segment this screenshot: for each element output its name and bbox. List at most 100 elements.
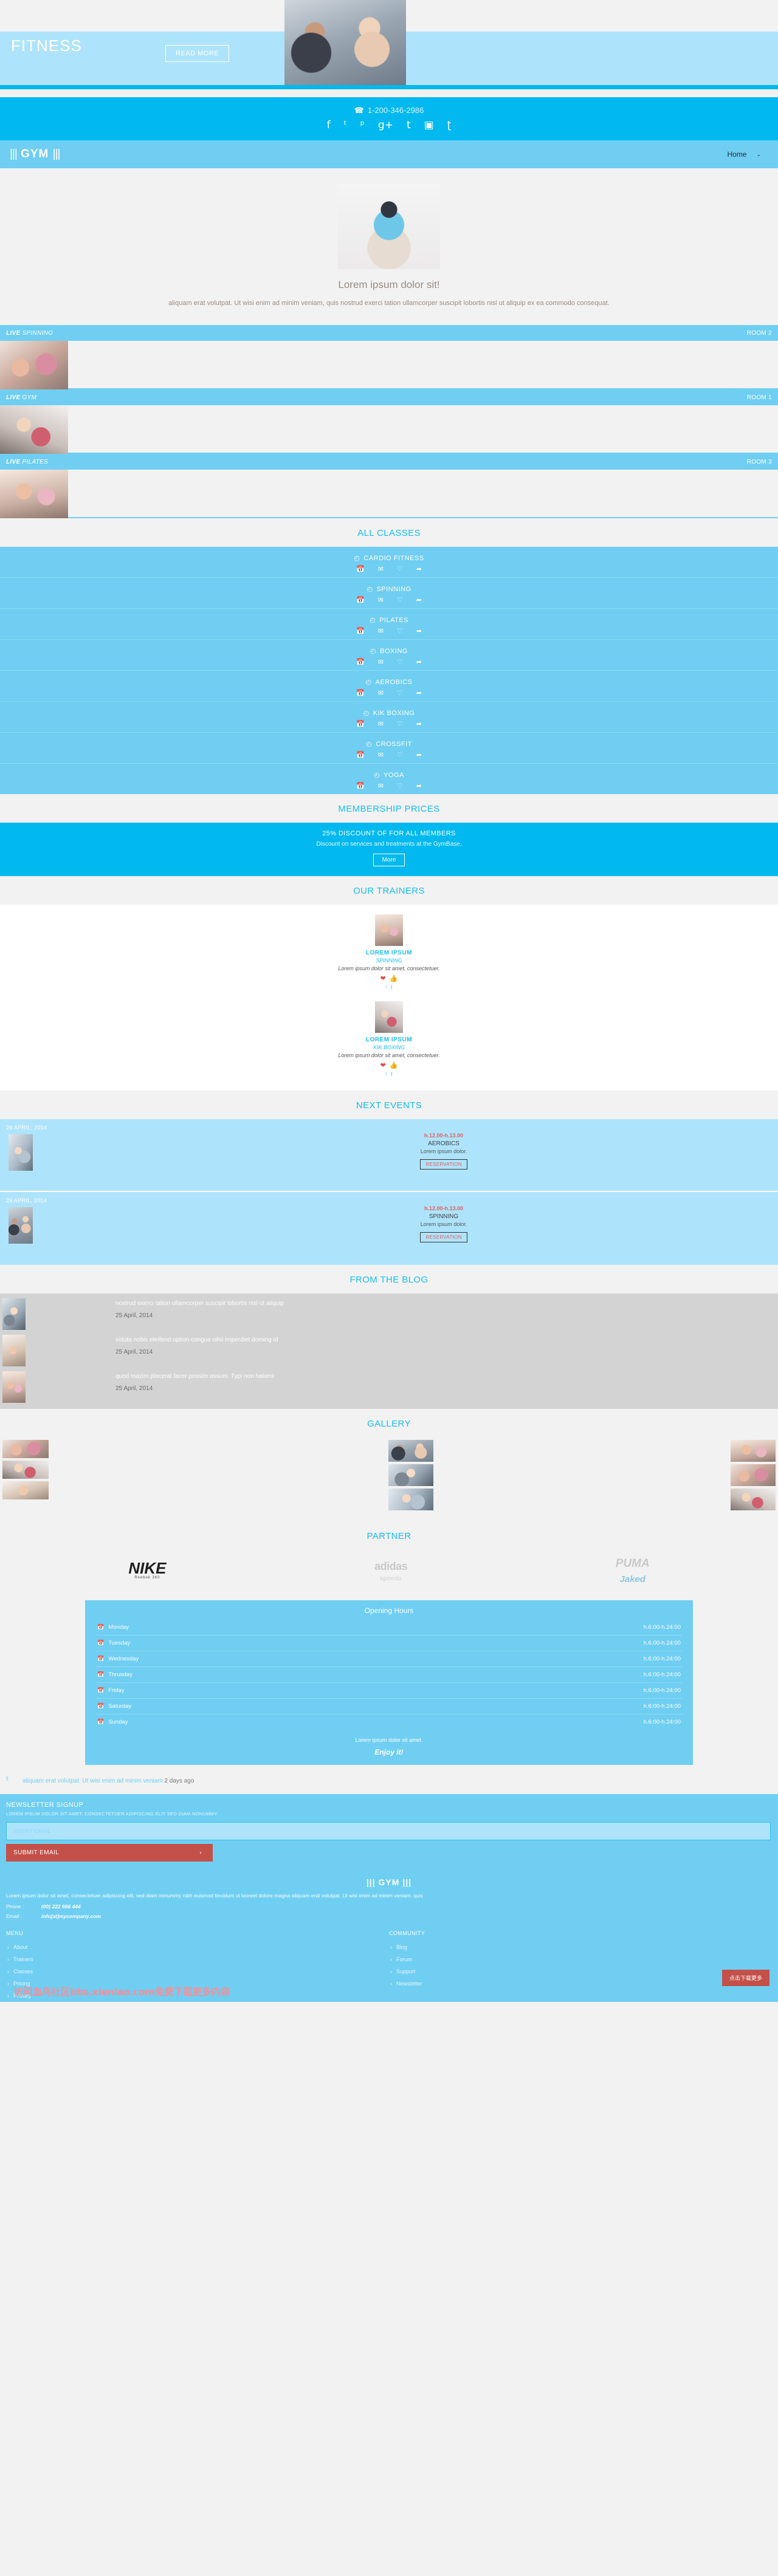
mail-icon[interactable]: ✉ (378, 597, 384, 604)
reservation-button[interactable]: RESERVATION (420, 1232, 467, 1242)
opening-hours-row: 📅 Tuesday h.6:00-h.24:00 (96, 1636, 682, 1651)
instagram-icon[interactable]: ▣ (424, 120, 434, 131)
gallery-item[interactable] (731, 1440, 776, 1462)
event-thumbnail[interactable] (9, 1207, 33, 1244)
calendar-icon[interactable]: 📅 (356, 690, 365, 697)
live-body (0, 470, 778, 518)
heart-icon[interactable]: ♡ (397, 690, 403, 697)
live-thumbnail[interactable] (0, 470, 68, 518)
facebook-icon[interactable]: f (391, 985, 393, 992)
mail-icon[interactable]: ✉ (378, 721, 384, 728)
footer-community-link[interactable]: Blog (389, 1941, 772, 1953)
mail-icon[interactable]: ✉ (378, 566, 384, 573)
live-thumbnail[interactable] (0, 341, 68, 389)
blog-post-title[interactable]: soluta nobis eleifend option congue nihi… (115, 1337, 778, 1343)
twitter-icon[interactable]: ᵗ (386, 985, 387, 992)
gallery-item[interactable] (731, 1464, 776, 1486)
footer-menu-link[interactable]: Trainers (6, 1953, 389, 1965)
footer-community-link[interactable]: Support (389, 1965, 772, 1978)
calendar-icon[interactable]: 📅 (356, 566, 365, 573)
share-icon[interactable]: ➦ (416, 752, 422, 759)
blog-thumbnail[interactable] (2, 1298, 26, 1330)
blog-thumbnail[interactable] (2, 1371, 26, 1403)
calendar-icon[interactable]: 📅 (356, 752, 365, 759)
heart-icon[interactable]: ♡ (397, 628, 403, 635)
live-thumbnail[interactable] (0, 405, 68, 454)
clock-icon: ◴ (374, 772, 380, 779)
facebook-icon[interactable]: f (327, 120, 331, 131)
membership-more-button[interactable]: More (373, 854, 405, 866)
share-icon[interactable]: ➦ (416, 659, 422, 666)
event-info: h.12.00-h.13.00 AEROBICS Lorem ipsum dolor… (109, 1132, 778, 1170)
tumblr-icon[interactable]: t (407, 120, 411, 131)
nav-item-home[interactable]: Home ⌄ (720, 146, 768, 162)
thumbs-up-icon[interactable]: 👍 (390, 975, 398, 982)
share-icon[interactable]: ➦ (416, 721, 422, 728)
calendar-icon[interactable]: 📅 (356, 721, 365, 728)
download-button[interactable]: 点击下载更多 (721, 1969, 769, 1986)
gallery-item[interactable] (2, 1481, 49, 1499)
mail-icon[interactable]: ✉ (378, 752, 384, 759)
newsletter-sub: LOREM IPSUM DOLOR SIT AMET, CONSECTETUER… (6, 1811, 218, 1817)
clock-icon: ◴ (354, 555, 360, 562)
gallery-item[interactable] (2, 1440, 49, 1458)
newsletter-submit-button[interactable]: SUBMIT EMAIL › (6, 1844, 213, 1862)
read-more-button[interactable]: READ MORE (165, 45, 230, 62)
heart-icon[interactable]: ♡ (397, 566, 403, 573)
heart-icon[interactable]: ♡ (397, 721, 403, 728)
site-logo[interactable]: ||| GYM ||| (10, 148, 60, 161)
google-plus-icon[interactable]: g+ (378, 120, 393, 131)
live-name: SPINNING (22, 329, 53, 337)
gallery-item[interactable] (388, 1464, 433, 1486)
gallery-item[interactable] (731, 1488, 776, 1510)
twitter-icon[interactable]: ᵗ (386, 1072, 387, 1078)
calendar-icon[interactable]: 📅 (356, 659, 365, 666)
calendar-icon[interactable]: 📅 (356, 628, 365, 635)
share-icon[interactable]: ➦ (416, 597, 422, 604)
footer-community-link[interactable]: Newsletter (389, 1978, 772, 1990)
rss-icon[interactable]: ʈ (447, 120, 452, 131)
gallery-item[interactable] (388, 1488, 433, 1510)
heart-icon[interactable]: ♡ (397, 783, 403, 790)
blog-thumbnail[interactable] (2, 1335, 26, 1366)
blog-post-title[interactable]: quod mazim placerat facer possim assum. … (115, 1373, 778, 1380)
share-icon[interactable]: ➦ (416, 628, 422, 635)
logo-text: GYM (21, 148, 49, 160)
hour-day: Sunday (108, 1719, 128, 1725)
gallery-item[interactable] (388, 1440, 433, 1462)
calendar-icon[interactable]: 📅 (356, 597, 365, 604)
facebook-icon[interactable]: f (391, 1072, 393, 1078)
reservation-button[interactable]: RESERVATION (420, 1159, 467, 1170)
footer-phone-label: Phone : (6, 1903, 24, 1910)
blog-post-title[interactable]: nostrud exerci tation ullamcorper suscip… (115, 1300, 778, 1307)
share-icon[interactable]: ➦ (416, 690, 422, 697)
hour-day-group: 📅 Thrusday (97, 1671, 133, 1678)
heart-icon[interactable]: ♡ (397, 659, 403, 666)
mail-icon[interactable]: ✉ (378, 659, 384, 666)
blog-text: soluta nobis eleifend option congue nihi… (115, 1332, 778, 1355)
gallery-title: GALLERY (0, 1409, 778, 1437)
twitter-icon[interactable]: ᵗ (344, 120, 347, 131)
share-icon[interactable]: ➦ (416, 566, 422, 573)
thumbs-up-icon[interactable]: 👍 (390, 1062, 398, 1069)
mail-icon[interactable]: ✉ (378, 690, 384, 697)
heart-icon[interactable]: ❤ (380, 975, 386, 982)
newsletter-email-input[interactable] (6, 1822, 771, 1840)
pinterest-icon[interactable]: ᵖ (360, 120, 365, 131)
heart-icon[interactable]: ❤ (380, 1062, 386, 1069)
puma-logo: PUMA (615, 1557, 650, 1570)
gallery-item[interactable] (2, 1461, 49, 1479)
mail-icon[interactable]: ✉ (378, 628, 384, 635)
twitter-icon[interactable]: ᵗ (6, 1775, 9, 1787)
calendar-icon[interactable]: 📅 (356, 783, 365, 790)
footer-menu-link[interactable]: Classes (6, 1965, 389, 1978)
share-icon[interactable]: ➦ (416, 783, 422, 790)
mail-icon[interactable]: ✉ (378, 783, 384, 790)
hour-time: h.6:00-h.24:00 (643, 1719, 681, 1725)
blog-row: quod mazim placerat facer possim assum. … (0, 1369, 778, 1405)
heart-icon[interactable]: ♡ (397, 752, 403, 759)
footer-community-link[interactable]: Forum (389, 1953, 772, 1965)
event-thumbnail[interactable] (9, 1134, 33, 1171)
heart-icon[interactable]: ♡ (397, 597, 403, 604)
footer-menu-link[interactable]: About (6, 1941, 389, 1953)
